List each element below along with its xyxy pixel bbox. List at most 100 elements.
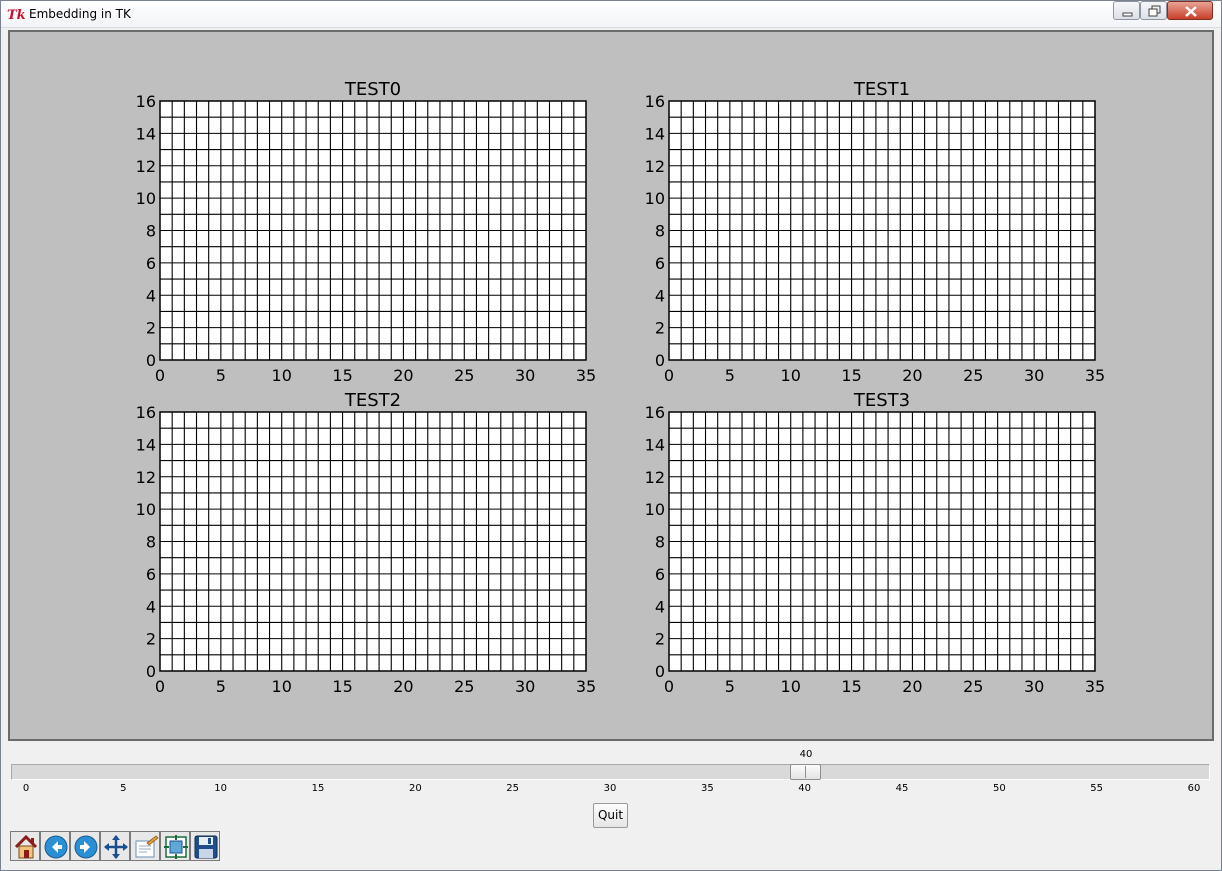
x-tick-label: 30 <box>1024 366 1044 385</box>
x-tick-label: 10 <box>781 677 801 696</box>
forward-button[interactable] <box>70 831 100 861</box>
x-tick-label: 35 <box>576 366 596 385</box>
x-tick-label: 25 <box>963 366 983 385</box>
y-tick-label: 2 <box>655 630 665 649</box>
subplot-3: TEST3 0 5 10 15 20 25 30 35 0 2 4 6 8 10 12 14 16 <box>645 390 1106 696</box>
slider-tick-label: 45 <box>895 783 909 794</box>
x-tick-label: 20 <box>393 366 413 385</box>
y-tick-label: 0 <box>146 351 156 370</box>
slider-scale: 0 5 10 15 20 25 30 35 40 45 50 55 60 <box>0 783 1222 797</box>
y-tick-label: 12 <box>645 468 665 487</box>
x-tick-label: 20 <box>393 677 413 696</box>
subplot-1: TEST1 0 5 10 15 20 25 30 35 0 2 4 6 8 10 12 14 16 <box>645 79 1106 385</box>
y-tick-label: 6 <box>655 254 665 273</box>
restore-icon <box>1148 5 1161 17</box>
save-icon <box>194 835 218 859</box>
svg-text:Tk: Tk <box>7 8 25 22</box>
x-tick-label: 25 <box>963 677 983 696</box>
minimize-icon <box>1122 12 1133 17</box>
y-tick-label: 0 <box>655 351 665 370</box>
x-tick-label: 30 <box>515 366 535 385</box>
y-tick-label: 14 <box>645 124 665 143</box>
subplot-title: TEST2 <box>344 390 401 411</box>
y-tick-label: 2 <box>146 630 156 649</box>
y-tick-label: 8 <box>655 533 665 552</box>
slider-tick-label: 0 <box>22 783 30 794</box>
x-tick-label: 10 <box>272 677 292 696</box>
y-tick-label: 4 <box>655 597 665 616</box>
home-icon <box>14 834 38 859</box>
maximize-button[interactable] <box>1140 1 1167 20</box>
y-tick-label: 6 <box>146 254 156 273</box>
y-tick-label: 6 <box>146 565 156 584</box>
y-tick-label: 16 <box>645 403 665 422</box>
slider-tick-label: 15 <box>311 783 325 794</box>
close-button[interactable] <box>1167 1 1213 20</box>
slider-tick-label: 30 <box>603 783 617 794</box>
y-tick-label: 16 <box>136 403 156 422</box>
x-tick-label: 0 <box>155 366 165 385</box>
y-tick-label: 4 <box>146 286 156 305</box>
y-tick-label: 6 <box>655 565 665 584</box>
x-tick-label: 15 <box>332 366 352 385</box>
y-tick-label: 4 <box>146 597 156 616</box>
zoom-button[interactable] <box>130 831 160 861</box>
slider-tick-label: 5 <box>120 783 127 794</box>
minimize-button[interactable] <box>1113 1 1140 20</box>
x-tick-label: 35 <box>1085 677 1105 696</box>
subplot-title: TEST0 <box>344 79 401 100</box>
subplot-title: TEST3 <box>853 390 910 411</box>
y-tick-label: 2 <box>655 319 665 338</box>
pan-button[interactable] <box>100 831 130 861</box>
x-tick-label: 5 <box>216 677 226 696</box>
slider-thumb[interactable] <box>790 764 821 780</box>
y-tick-label: 0 <box>146 662 156 681</box>
x-tick-label: 30 <box>515 677 535 696</box>
back-button[interactable] <box>40 831 70 861</box>
slider-tick-label: 55 <box>1090 783 1104 794</box>
pan-icon <box>104 835 128 859</box>
x-tick-label: 25 <box>454 677 474 696</box>
y-tick-label: 8 <box>146 222 156 241</box>
slider-tick-label: 35 <box>700 783 714 794</box>
slider-tick-label: 25 <box>506 783 520 794</box>
x-tick-label: 35 <box>576 677 596 696</box>
figure-canvas[interactable]: TEST0 0 5 10 15 20 25 30 35 0 2 4 6 8 10 12 14 16 TEST1 0 5 1… <box>8 30 1214 741</box>
x-tick-label: 25 <box>454 366 474 385</box>
y-tick-label: 10 <box>645 189 665 208</box>
x-tick-label: 5 <box>216 366 226 385</box>
y-tick-label: 12 <box>136 468 156 487</box>
x-tick-label: 0 <box>664 677 674 696</box>
subplot-title: TEST1 <box>853 79 910 100</box>
x-tick-label: 0 <box>664 366 674 385</box>
slider-tick-label: 20 <box>408 783 422 794</box>
y-tick-label: 14 <box>645 435 665 454</box>
subplot-2: TEST2 0 5 10 15 20 25 30 35 0 2 4 6 8 10 12 14 16 <box>136 390 597 696</box>
y-tick-label: 2 <box>146 319 156 338</box>
y-tick-label: 8 <box>146 533 156 552</box>
slider-tick-label: 40 <box>798 783 812 794</box>
tk-logo-icon: Tk <box>7 8 25 22</box>
y-tick-label: 12 <box>136 157 156 176</box>
slider-value-label: 40 <box>799 749 813 760</box>
x-tick-label: 5 <box>725 677 735 696</box>
quit-button[interactable]: Quit <box>593 803 628 828</box>
y-tick-label: 16 <box>645 92 665 111</box>
close-icon <box>1185 6 1197 17</box>
slider-trough[interactable] <box>11 764 1210 780</box>
y-tick-label: 10 <box>136 189 156 208</box>
x-tick-label: 0 <box>155 677 165 696</box>
title-bar: Tk Embedding in TK <box>0 0 1222 28</box>
figure-svg: TEST00 5 10 15 20 25 30 350246810121416TEST10 5 1… <box>136 79 1106 696</box>
save-button[interactable] <box>190 831 220 861</box>
zoom-icon <box>135 835 159 858</box>
slider-tick-label: 10 <box>214 783 228 794</box>
back-icon <box>44 835 68 859</box>
configure-subplots-button[interactable] <box>160 831 190 861</box>
x-tick-label: 15 <box>332 677 352 696</box>
home-button[interactable] <box>10 831 40 861</box>
x-tick-label: 30 <box>1024 677 1044 696</box>
x-tick-label: 10 <box>781 366 801 385</box>
x-tick-label: 5 <box>725 366 735 385</box>
y-tick-label: 16 <box>136 92 156 111</box>
